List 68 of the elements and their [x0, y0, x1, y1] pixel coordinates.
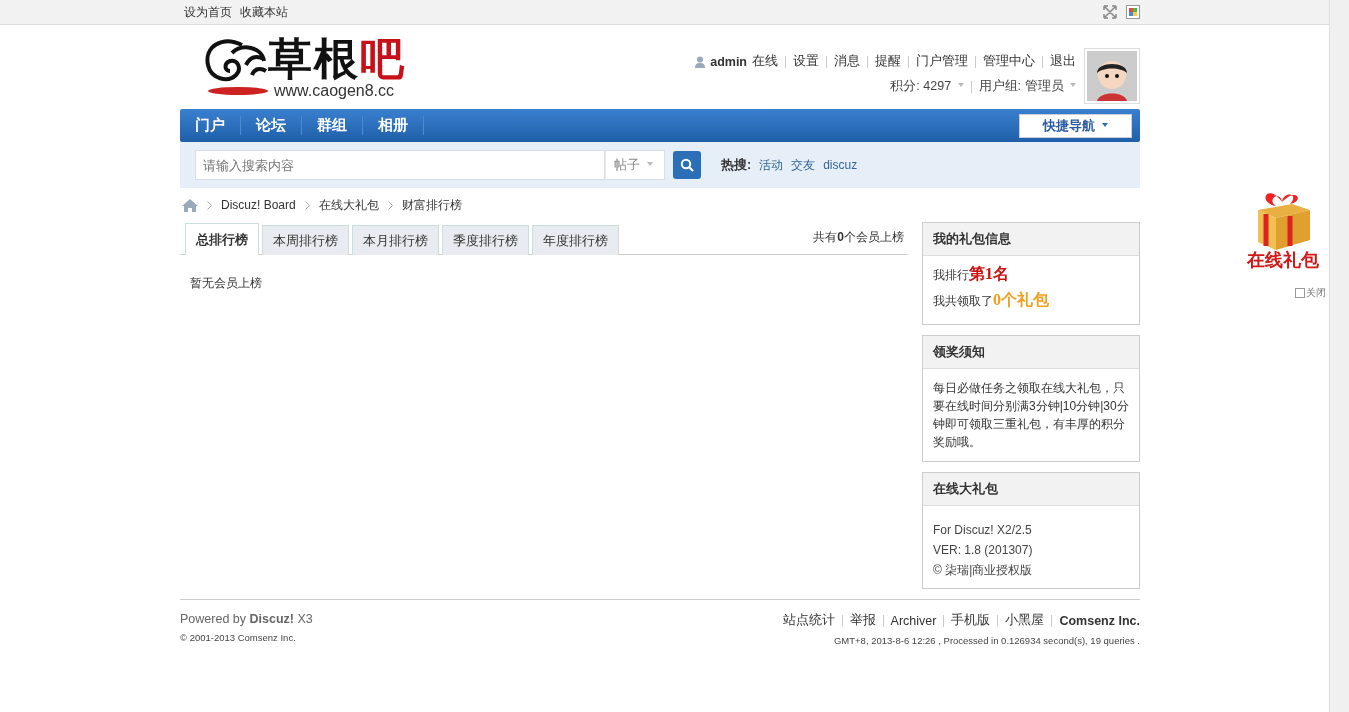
- scrollbar[interactable]: [1329, 0, 1349, 712]
- breadcrumb-link[interactable]: 在线大礼包: [318, 196, 379, 214]
- user-icon: [695, 55, 706, 68]
- stat-value: 第1名: [969, 264, 1009, 284]
- hot-search-link[interactable]: 交友: [791, 156, 816, 174]
- chevron-icon: [207, 200, 212, 210]
- tab[interactable]: 本月排行榜: [352, 225, 439, 255]
- user-menu-link[interactable]: 门户管理: [916, 53, 968, 70]
- user-menu-link[interactable]: 设置: [793, 53, 819, 70]
- powered-by: Powered by Discuz! X3: [180, 612, 313, 626]
- footer-link[interactable]: 站点统计: [782, 612, 835, 629]
- search-type-dropdown[interactable]: 帖子: [605, 150, 665, 180]
- user-menu-link[interactable]: 提醒: [875, 53, 901, 70]
- footer-link[interactable]: Archiver: [890, 613, 937, 628]
- nav-item[interactable]: 论坛: [241, 116, 302, 135]
- top-link[interactable]: 收藏本站: [240, 3, 288, 21]
- hot-search-link[interactable]: discuz: [823, 158, 858, 172]
- chevron-icon: [387, 200, 393, 210]
- panel-title: 我的礼包信息: [923, 223, 1139, 256]
- avatar[interactable]: [1084, 48, 1140, 104]
- fullscreen-icon[interactable]: [1103, 5, 1117, 19]
- page-stats: GMT+8, 2013-8-6 12:26 , Processed in 0.126934 second(s), 19 queries .: [832, 635, 1140, 646]
- nav-item[interactable]: 门户: [180, 116, 241, 135]
- footer-link[interactable]: 举报: [849, 612, 876, 629]
- hot-search-link[interactable]: 活动: [759, 156, 784, 174]
- online-status: 在线: [752, 53, 778, 70]
- copyright: © 2001-2013 Comsenz Inc.: [180, 632, 297, 643]
- theme-icon[interactable]: [1126, 5, 1140, 19]
- footer-link[interactable]: 小黑屋: [1005, 612, 1045, 629]
- tab[interactable]: 总排行榜: [185, 223, 259, 255]
- tab[interactable]: 季度排行榜: [442, 225, 529, 255]
- home-icon[interactable]: [182, 198, 198, 212]
- breadcrumb-link[interactable]: 财富排行榜: [401, 196, 462, 214]
- empty-message: 暂无会员上榜: [190, 275, 263, 292]
- quick-nav-button[interactable]: 快捷导航: [1019, 113, 1132, 138]
- user-menu-link[interactable]: 退出: [1050, 53, 1076, 70]
- search-icon: [680, 158, 694, 172]
- logo-title: 草根吧: [268, 35, 406, 83]
- user-group-dropdown[interactable]: 用户组: 管理员: [978, 78, 1076, 95]
- plugin-info: © 柒瑞|商业授权版: [933, 562, 1034, 579]
- stat-label: 我共领取了: [933, 293, 993, 310]
- chevron-icon: [304, 200, 310, 210]
- gift-widget-label[interactable]: 在线礼包: [1247, 248, 1319, 272]
- credits-dropdown[interactable]: 积分: 4297: [890, 78, 964, 95]
- top-link[interactable]: 设为首页: [184, 3, 232, 21]
- notice-text: 每日必做任务之领取在线大礼包，只要在线时间分别满3分钟|10分钟|30分钟即可领取三重礼包，有丰厚的积分奖励哦。: [933, 380, 1129, 451]
- stat-label: 我排行: [933, 268, 969, 284]
- nav-item[interactable]: 群组: [302, 116, 363, 135]
- tab[interactable]: 年度排行榜: [532, 225, 619, 255]
- footer-link[interactable]: 手机版: [951, 612, 991, 629]
- close-link[interactable]: 关闭: [1295, 286, 1326, 300]
- username-link[interactable]: admin: [710, 54, 747, 69]
- plugin-info: For Discuz! X2/2.5: [933, 522, 1033, 539]
- user-menu-link[interactable]: 管理中心: [983, 53, 1035, 70]
- breadcrumb-link[interactable]: Discuz! Board: [221, 198, 296, 212]
- search-button[interactable]: [673, 151, 701, 179]
- nav-item[interactable]: 相册: [363, 116, 424, 135]
- company-link[interactable]: Comsenz Inc.: [1059, 613, 1140, 628]
- logo-url: www.caogen8.cc: [274, 83, 396, 99]
- tab[interactable]: 本周排行榜: [262, 225, 349, 255]
- panel-title: 领奖须知: [923, 336, 1139, 369]
- stat-value: 0个礼包: [993, 290, 1049, 310]
- panel-title: 在线大礼包: [923, 473, 1139, 506]
- hot-search-label: 热搜:: [721, 156, 752, 174]
- member-count: 共有0个会员上榜: [813, 228, 905, 246]
- plugin-info: VER: 1.8 (201307): [933, 542, 1034, 559]
- user-menu-link[interactable]: 消息: [834, 53, 860, 70]
- search-field[interactable]: 请输入搜索内容: [195, 150, 605, 180]
